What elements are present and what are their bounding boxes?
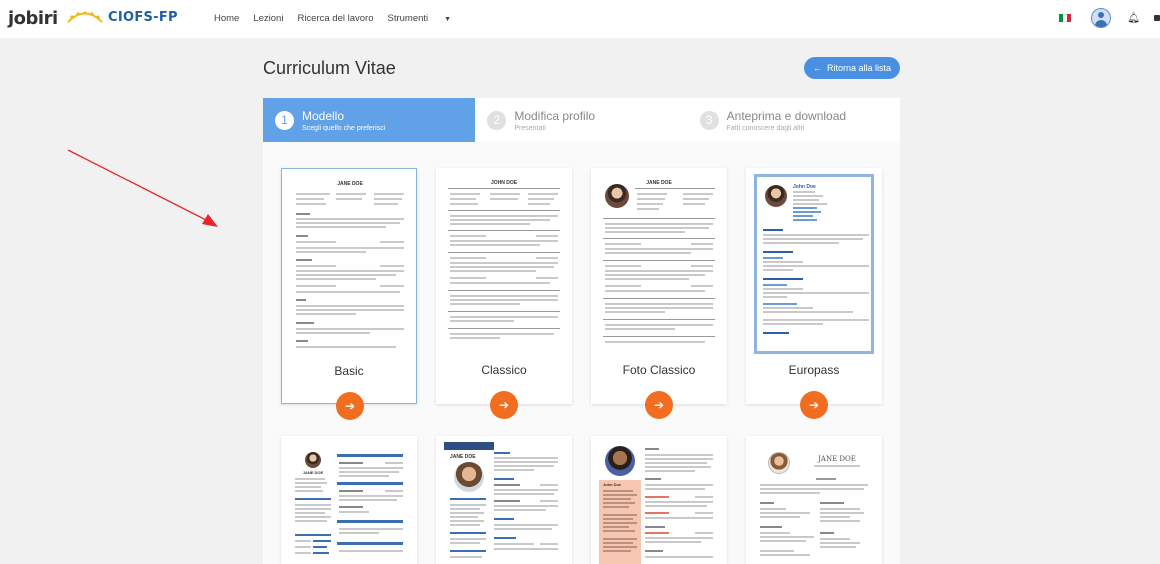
bell-icon[interactable]: 🔔︎ bbox=[1127, 13, 1140, 24]
template-card-foto-classico[interactable]: JANE DOE Foto Classico ➔ bbox=[591, 168, 727, 419]
template-preview: JANE DOE bbox=[599, 174, 719, 354]
preview-name: John Doe bbox=[603, 482, 622, 487]
preview-photo bbox=[305, 452, 321, 468]
step-number: 2 bbox=[487, 110, 507, 130]
preview-name: JANE DOE bbox=[818, 455, 856, 463]
step-number: 3 bbox=[699, 110, 719, 130]
arrow-right-icon: ➔ bbox=[808, 398, 820, 412]
nav-strumenti-label: Strumenti bbox=[387, 13, 429, 24]
template-preview: JANE DOE bbox=[289, 442, 409, 564]
preview-name: JANE DOE bbox=[337, 181, 363, 187]
select-template-button[interactable]: ➔ bbox=[490, 391, 518, 419]
template-preview: JANE DOE bbox=[290, 175, 410, 355]
main-nav: Home Lezioni Ricerca del lavoro Strument… bbox=[214, 13, 479, 24]
user-avatar-icon[interactable] bbox=[1091, 8, 1112, 28]
preview-photo bbox=[605, 184, 629, 208]
nav-strumenti[interactable]: Strumenti ▼ bbox=[388, 13, 466, 24]
ciofs-logo: CIOFS-FP bbox=[66, 9, 178, 25]
preview-name: JANE DOE bbox=[450, 454, 476, 460]
template-name: Classico bbox=[481, 363, 527, 377]
template-name: Europass bbox=[788, 363, 840, 377]
template-preview: JANE DOE bbox=[444, 442, 564, 564]
step-anteprima-download[interactable]: 3 Anteprima e download Fatti conoscere da… bbox=[688, 98, 900, 142]
step-modello[interactable]: 1 Modello Scegli quello che preferisci bbox=[263, 98, 476, 142]
header-actions: 🔔︎ bbox=[1059, 8, 1160, 28]
back-to-list-button[interactable]: ← Ritorna alla lista bbox=[804, 57, 900, 79]
step-number: 1 bbox=[275, 110, 294, 130]
preview-photo bbox=[768, 452, 790, 474]
top-navbar: jobiri CIOFS-FP Home Lezioni Ricerca del… bbox=[0, 0, 1160, 38]
template-card-colorful[interactable]: John Doe bbox=[591, 436, 727, 564]
preview-photo bbox=[605, 446, 635, 476]
nav-home[interactable]: Home bbox=[214, 13, 239, 24]
nav-lezioni[interactable]: Lezioni bbox=[253, 13, 283, 24]
ciofs-arc-icon bbox=[67, 11, 103, 23]
step-subtitle: Fatti conoscere dagli altri bbox=[726, 124, 805, 132]
step-subtitle: Scegli quello che preferisci bbox=[302, 124, 386, 132]
select-template-button[interactable]: ➔ bbox=[336, 392, 364, 420]
template-gallery: JANE DOE Basic ➔ JOHN DOE Classico ➔ JAN… bbox=[263, 142, 900, 564]
arrow-right-icon: ➔ bbox=[653, 398, 665, 412]
preview-name: JOHN DOE bbox=[490, 180, 518, 186]
template-name: Foto Classico bbox=[622, 363, 696, 377]
arrow-right-icon: ➔ bbox=[498, 398, 510, 412]
template-name: Basic bbox=[334, 364, 364, 378]
step-title: Anteprima e download bbox=[726, 108, 847, 123]
page-title: Curriculum Vitae bbox=[263, 58, 396, 78]
preview-name: JANE DOE bbox=[646, 180, 672, 186]
template-card-basic[interactable]: JANE DOE Basic ➔ bbox=[281, 168, 417, 420]
template-card-modern[interactable]: JANE DOE bbox=[436, 436, 572, 564]
template-card-europass[interactable]: John Doe Europass ➔ bbox=[746, 168, 882, 419]
arrow-right-icon: ➔ bbox=[344, 399, 356, 413]
template-card-classico[interactable]: JOHN DOE Classico ➔ bbox=[436, 168, 572, 419]
template-preview: JOHN DOE bbox=[444, 174, 564, 354]
wizard-stepper: 1 Modello Scegli quello che preferisci 2 … bbox=[263, 98, 900, 142]
template-card-sidebar[interactable]: JANE DOE bbox=[281, 436, 417, 564]
step-subtitle: Presentati bbox=[514, 124, 546, 132]
preview-photo bbox=[454, 462, 484, 492]
arrow-left-icon: ← bbox=[812, 63, 822, 73]
step-title: Modifica profilo bbox=[514, 108, 596, 123]
step-title: Modello bbox=[302, 108, 345, 123]
menu-icon[interactable] bbox=[1154, 15, 1160, 21]
step-modifica-profilo[interactable]: 2 Modifica profilo Presentati bbox=[475, 98, 687, 142]
jobiri-logo[interactable]: jobiri bbox=[8, 8, 58, 29]
ciofs-logo-text: CIOFS-FP bbox=[108, 9, 178, 25]
template-preview: John Doe bbox=[754, 174, 874, 354]
back-button-label: Ritorna alla lista bbox=[826, 63, 892, 73]
preview-photo bbox=[765, 185, 787, 207]
template-card-elegant[interactable]: JANE DOE bbox=[746, 436, 882, 564]
preview-name: John Doe bbox=[793, 184, 816, 190]
select-template-button[interactable]: ➔ bbox=[800, 391, 828, 419]
chevron-down-icon: ▼ bbox=[444, 16, 452, 23]
template-preview: JANE DOE bbox=[754, 442, 874, 564]
select-template-button[interactable]: ➔ bbox=[645, 391, 673, 419]
italian-flag-icon[interactable] bbox=[1059, 14, 1072, 22]
logo-text: jobiri bbox=[8, 8, 58, 29]
nav-ricerca-lavoro[interactable]: Ricerca del lavoro bbox=[297, 13, 373, 24]
preview-name: JANE DOE bbox=[302, 470, 324, 475]
template-preview: John Doe bbox=[599, 442, 719, 564]
